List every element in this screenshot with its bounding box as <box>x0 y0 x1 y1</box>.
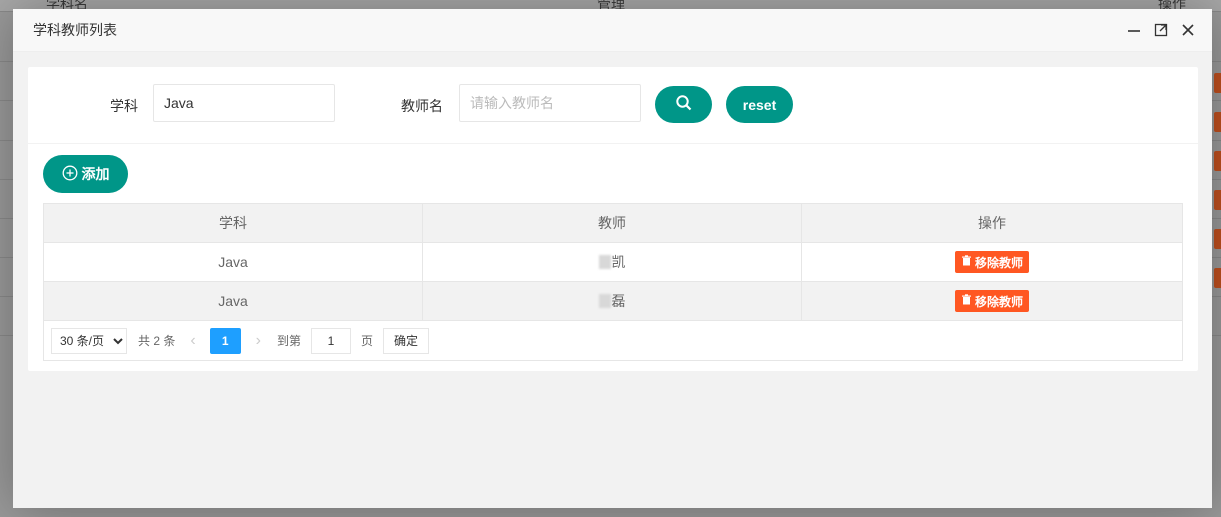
cell-teacher: 凯 <box>423 243 802 281</box>
page-unit-label: 页 <box>361 334 374 348</box>
modal-header: 学科教师列表 <box>13 9 1212 52</box>
table-header-row: 学科 教师 操作 <box>44 204 1182 243</box>
subject-label: 学科 <box>110 98 138 114</box>
add-button[interactable]: 添加 <box>43 155 128 193</box>
column-header-subject: 学科 <box>44 204 423 242</box>
modal-title: 学科教师列表 <box>33 22 117 38</box>
total-count: 共 2 条 <box>138 334 176 348</box>
cell-teacher-name: 磊 <box>611 293 626 309</box>
search-button[interactable] <box>655 86 712 123</box>
goto-label: 到第 <box>277 334 302 348</box>
teacher-table: 学科 教师 操作 Java 凯 移除教师 Java 磊 移除教师 30 条/页 … <box>43 203 1183 361</box>
cell-action: 移除教师 <box>802 282 1182 320</box>
search-icon <box>675 94 693 115</box>
cell-teacher-name: 凯 <box>611 254 626 270</box>
teacher-list-modal: 学科教师列表 学科 教师名 reset <box>13 9 1212 508</box>
minimize-icon[interactable] <box>1126 22 1142 38</box>
content-card: 学科 教师名 reset 添加 学科 教师 操作 Ja <box>28 67 1198 371</box>
subject-input[interactable] <box>153 84 335 122</box>
maximize-icon[interactable] <box>1153 22 1169 38</box>
background-action-button <box>1214 229 1221 249</box>
goto-page-input[interactable] <box>311 327 352 354</box>
cell-action: 移除教师 <box>802 243 1182 281</box>
table-row: Java 磊 移除教师 <box>44 282 1182 321</box>
background-action-button <box>1214 268 1221 288</box>
table-row: Java 凯 移除教师 <box>44 243 1182 282</box>
background-action-button <box>1214 73 1221 93</box>
cell-teacher: 磊 <box>423 282 802 320</box>
trash-icon <box>961 294 972 308</box>
current-page-button[interactable]: 1 <box>209 327 241 354</box>
remove-teacher-label: 移除教师 <box>974 255 1023 270</box>
background-action-button <box>1214 151 1221 171</box>
redacted-text <box>598 255 611 269</box>
pagination: 30 条/页 共 2 条 ‹ 1 › 到第 页 确定 <box>44 321 1182 360</box>
remove-teacher-label: 移除教师 <box>974 294 1023 309</box>
trash-icon <box>961 255 972 269</box>
remove-teacher-button[interactable]: 移除教师 <box>954 251 1029 273</box>
search-form: 学科 教师名 reset <box>28 67 1198 144</box>
teacher-name-input[interactable] <box>459 84 641 122</box>
page-size-select[interactable]: 30 条/页 <box>51 327 127 354</box>
teacher-name-label: 教师名 <box>401 98 443 114</box>
add-button-label: 添加 <box>81 166 110 182</box>
redacted-text <box>598 294 611 308</box>
column-header-action: 操作 <box>978 215 1006 231</box>
reset-button[interactable]: reset <box>726 86 793 123</box>
chevron-left-icon[interactable]: ‹ <box>190 332 195 350</box>
cell-subject: Java <box>44 243 423 281</box>
background-action-button <box>1214 112 1221 132</box>
remove-teacher-button[interactable]: 移除教师 <box>954 290 1029 312</box>
confirm-page-button[interactable]: 确定 <box>383 327 430 354</box>
column-header-teacher: 教师 <box>423 204 802 242</box>
cell-subject: Java <box>44 282 423 320</box>
close-icon[interactable] <box>1180 22 1196 38</box>
background-action-button <box>1214 190 1221 210</box>
add-circle-icon <box>62 165 78 184</box>
modal-window-controls <box>1126 22 1196 38</box>
chevron-right-icon[interactable]: › <box>256 332 261 350</box>
